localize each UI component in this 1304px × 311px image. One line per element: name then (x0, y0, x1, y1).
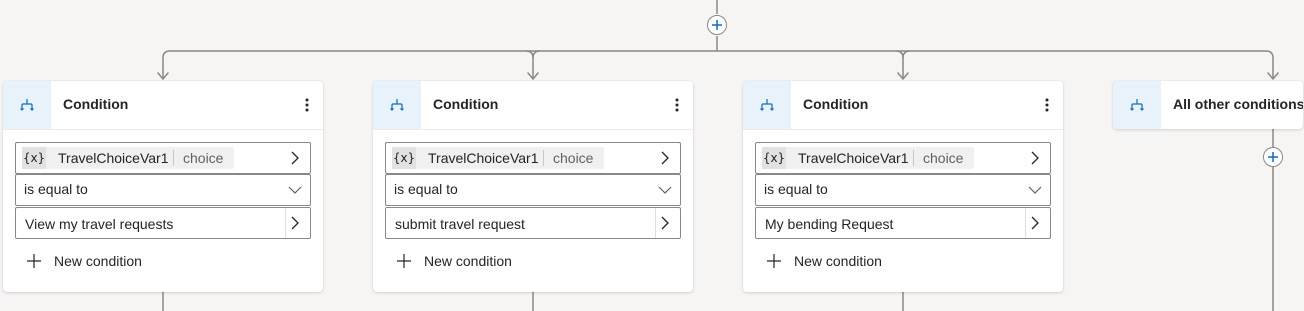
variable-chip: {x} TravelChoiceVar1 choice (762, 147, 974, 169)
new-condition-button[interactable]: New condition (25, 251, 142, 271)
card-title: All other conditions (1173, 96, 1303, 112)
plus-icon (25, 252, 43, 270)
new-condition-button[interactable]: New condition (765, 251, 882, 271)
chevron-down-icon (1028, 183, 1042, 197)
flow-canvas: Condition {x} TravelChoiceVar1 choice is… (0, 0, 1304, 311)
operator-value: is equal to (394, 181, 458, 197)
card-title: Condition (803, 96, 869, 112)
divider (285, 208, 286, 238)
value-field[interactable]: View my travel requests (15, 207, 311, 239)
card-header: Condition (3, 81, 323, 130)
variable-type: choice (923, 150, 964, 166)
operator-value: is equal to (24, 181, 88, 197)
card-title: Condition (433, 96, 499, 112)
chevron-down-icon (288, 183, 302, 197)
chevron-right-icon[interactable] (658, 216, 672, 230)
plus-icon (712, 20, 722, 30)
more-vertical-icon (1045, 98, 1049, 112)
more-vertical-icon (305, 98, 309, 112)
branch-icon (373, 81, 421, 129)
plus-icon (1268, 152, 1278, 162)
card-header: All other conditions (1113, 81, 1303, 129)
divider (1025, 208, 1026, 238)
condition-value: My bending Request (765, 216, 894, 232)
more-options-button[interactable] (1039, 95, 1055, 115)
value-field[interactable]: My bending Request (755, 207, 1051, 239)
variable-icon: {x} (392, 147, 416, 169)
condition-card-2[interactable]: Condition {x} TravelChoiceVar1 choice is… (373, 81, 693, 292)
condition-value: View my travel requests (25, 216, 174, 232)
card-header: Condition (743, 81, 1063, 130)
divider (913, 150, 914, 166)
chevron-right-icon[interactable] (288, 216, 302, 230)
condition-card-3[interactable]: Condition {x} TravelChoiceVar1 choice is… (743, 81, 1063, 292)
new-condition-label: New condition (424, 253, 512, 269)
variable-name: TravelChoiceVar1 (798, 150, 909, 166)
variable-name: TravelChoiceVar1 (58, 150, 169, 166)
variable-picker[interactable]: {x} TravelChoiceVar1 choice (755, 142, 1051, 174)
variable-icon: {x} (762, 147, 786, 169)
new-condition-label: New condition (54, 253, 142, 269)
new-condition-button[interactable]: New condition (395, 251, 512, 271)
operator-dropdown[interactable]: is equal to (755, 174, 1051, 206)
branch-icon (1113, 81, 1161, 129)
variable-picker[interactable]: {x} TravelChoiceVar1 choice (385, 142, 681, 174)
variable-icon: {x} (22, 147, 46, 169)
variable-type: choice (553, 150, 594, 166)
variable-name: TravelChoiceVar1 (428, 150, 539, 166)
plus-icon (395, 252, 413, 270)
add-node-button[interactable] (1263, 147, 1283, 167)
condition-value: submit travel request (395, 216, 525, 232)
card-header: Condition (373, 81, 693, 130)
new-condition-label: New condition (794, 253, 882, 269)
branch-icon (743, 81, 791, 129)
operator-dropdown[interactable]: is equal to (15, 174, 311, 206)
plus-icon (765, 252, 783, 270)
chevron-down-icon (658, 183, 672, 197)
divider (655, 208, 656, 238)
divider (543, 150, 544, 166)
more-options-button[interactable] (299, 95, 315, 115)
branch-icon (3, 81, 51, 129)
variable-type: choice (183, 150, 224, 166)
variable-chip: {x} TravelChoiceVar1 choice (392, 147, 604, 169)
chevron-right-icon[interactable] (1028, 216, 1042, 230)
operator-dropdown[interactable]: is equal to (385, 174, 681, 206)
chevron-right-icon (658, 151, 672, 165)
value-field[interactable]: submit travel request (385, 207, 681, 239)
variable-chip: {x} TravelChoiceVar1 choice (22, 147, 234, 169)
all-other-conditions-card[interactable]: All other conditions (1113, 81, 1303, 129)
chevron-right-icon (288, 151, 302, 165)
add-node-button[interactable] (707, 15, 727, 35)
more-options-button[interactable] (669, 95, 685, 115)
card-title: Condition (63, 96, 129, 112)
divider (173, 150, 174, 166)
operator-value: is equal to (764, 181, 828, 197)
more-vertical-icon (675, 98, 679, 112)
condition-card-1[interactable]: Condition {x} TravelChoiceVar1 choice is… (3, 81, 323, 292)
chevron-right-icon (1028, 151, 1042, 165)
variable-picker[interactable]: {x} TravelChoiceVar1 choice (15, 142, 311, 174)
